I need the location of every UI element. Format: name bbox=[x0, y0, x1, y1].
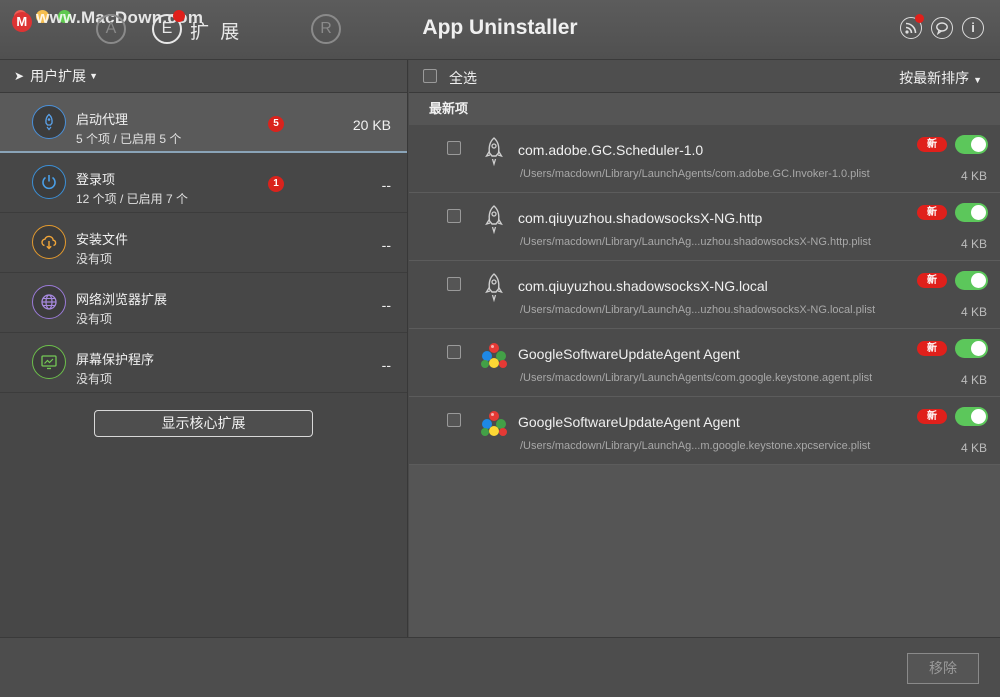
enable-toggle[interactable] bbox=[955, 407, 988, 426]
category-login-items[interactable]: 登录项 12 个项 / 已启用 7 个 1 -- bbox=[0, 153, 407, 213]
extensions-badge bbox=[173, 10, 185, 22]
enable-toggle[interactable] bbox=[955, 271, 988, 290]
category-size: -- bbox=[381, 357, 391, 373]
item-name: com.qiuyuzhou.shadowsocksX-NG.local bbox=[518, 278, 768, 294]
category-name: 安装文件 bbox=[76, 232, 129, 247]
category-status: 5 个项 / 已启用 5 个 bbox=[76, 132, 182, 146]
item-path: /Users/macdown/Library/LaunchAgents/com.… bbox=[520, 168, 870, 180]
list-item[interactable]: com.adobe.GC.Scheduler-1.0 /Users/macdow… bbox=[409, 125, 1000, 193]
category-launch-agents[interactable]: 启动代理 5 个项 / 已启用 5 个 5 20 KB bbox=[0, 93, 407, 153]
chevron-down-icon: ▼ bbox=[89, 71, 98, 81]
rocket-icon bbox=[485, 205, 503, 235]
item-size: 4 KB bbox=[960, 373, 987, 387]
enable-toggle[interactable] bbox=[955, 135, 988, 154]
location-arrow-icon: ➤ bbox=[14, 69, 25, 83]
reset-icon: R bbox=[320, 20, 332, 37]
item-path: /Users/macdown/Library/LaunchAgents/com.… bbox=[520, 372, 873, 384]
google-balls-icon bbox=[481, 343, 507, 368]
google-balls-icon bbox=[481, 411, 507, 436]
cloud-download-icon bbox=[32, 225, 66, 259]
category-name: 登录项 bbox=[76, 172, 116, 187]
item-checkbox[interactable] bbox=[447, 141, 461, 155]
item-size: 4 KB bbox=[960, 169, 987, 183]
tab-reset[interactable]: R bbox=[311, 14, 341, 44]
macdown-logo-icon: M bbox=[12, 12, 32, 32]
item-size: 4 KB bbox=[960, 305, 987, 319]
item-path: /Users/macdown/Library/LaunchAg...m.goog… bbox=[520, 440, 871, 452]
category-name: 网络浏览器扩展 bbox=[76, 292, 168, 307]
extension-icon: E bbox=[161, 20, 173, 37]
list-item[interactable]: com.qiuyuzhou.shadowsocksX-NG.http /User… bbox=[409, 193, 1000, 261]
chevron-down-icon: ▼ bbox=[973, 75, 982, 85]
enable-toggle[interactable] bbox=[955, 203, 988, 222]
tab-extensions-label[interactable]: 扩 展 bbox=[190, 17, 242, 44]
info-button[interactable]: i bbox=[962, 17, 984, 39]
rocket-icon bbox=[485, 273, 503, 303]
new-badge: 新 bbox=[917, 205, 947, 220]
list-item[interactable]: com.qiuyuzhou.shadowsocksX-NG.local /Use… bbox=[409, 261, 1000, 329]
new-badge: 新 bbox=[917, 273, 947, 288]
screensaver-icon bbox=[32, 345, 66, 379]
new-badge: 新 bbox=[917, 409, 947, 424]
rocket-icon bbox=[32, 105, 66, 139]
info-icon: i bbox=[971, 20, 975, 35]
category-badge: 5 bbox=[268, 116, 284, 132]
list-item[interactable]: GoogleSoftwareUpdateAgent Agent /Users/m… bbox=[409, 329, 1000, 397]
category-status: 没有项 bbox=[76, 312, 113, 326]
extensions-list-panel: 全选 按最新排序 ▼ 最新项 com.adobe.GC.Scheduler-1.… bbox=[409, 60, 1000, 637]
item-checkbox[interactable] bbox=[447, 277, 461, 291]
category-name: 启动代理 bbox=[76, 112, 129, 127]
category-size: -- bbox=[381, 297, 391, 313]
list-toolbar: 全选 按最新排序 ▼ bbox=[409, 60, 1000, 93]
category-status: 12 个项 / 已启用 7 个 bbox=[76, 192, 189, 206]
item-size: 4 KB bbox=[960, 441, 987, 455]
section-header: 最新项 bbox=[409, 93, 1000, 125]
category-status: 没有项 bbox=[76, 252, 113, 266]
rss-badge bbox=[915, 14, 924, 23]
category-installation-files[interactable]: 安装文件 没有项 -- bbox=[0, 213, 407, 273]
sort-label: 按最新排序 bbox=[899, 70, 970, 86]
enable-toggle[interactable] bbox=[955, 339, 988, 358]
item-checkbox[interactable] bbox=[447, 209, 461, 223]
power-icon bbox=[32, 165, 66, 199]
remove-button[interactable]: 移除 bbox=[907, 653, 979, 684]
sidebar-header-label: 用户扩展 bbox=[30, 68, 87, 84]
category-size: -- bbox=[381, 177, 391, 193]
rocket-icon bbox=[485, 137, 503, 167]
item-path: /Users/macdown/Library/LaunchAg...uzhou.… bbox=[520, 236, 871, 248]
category-browser-extensions[interactable]: 网络浏览器扩展 没有项 -- bbox=[0, 273, 407, 333]
item-size: 4 KB bbox=[960, 237, 987, 251]
category-size: 20 KB bbox=[352, 117, 391, 133]
rss-icon bbox=[905, 22, 917, 34]
category-status: 没有项 bbox=[76, 372, 113, 386]
item-checkbox[interactable] bbox=[447, 413, 461, 427]
select-all-checkbox[interactable] bbox=[423, 69, 437, 83]
category-badge: 1 bbox=[268, 176, 284, 192]
app-store-icon: A bbox=[105, 20, 117, 37]
user-extensions-dropdown[interactable]: ➤ 用户扩展 ▼ bbox=[0, 60, 407, 93]
globe-icon bbox=[32, 285, 66, 319]
item-checkbox[interactable] bbox=[447, 345, 461, 359]
item-name: com.qiuyuzhou.shadowsocksX-NG.http bbox=[518, 210, 763, 226]
item-name: GoogleSoftwareUpdateAgent Agent bbox=[518, 414, 740, 430]
item-name: com.adobe.GC.Scheduler-1.0 bbox=[518, 142, 704, 158]
new-badge: 新 bbox=[917, 137, 947, 152]
list-item[interactable]: GoogleSoftwareUpdateAgent Agent /Users/m… bbox=[409, 397, 1000, 465]
category-screen-savers[interactable]: 屏幕保护程序 没有项 -- bbox=[0, 333, 407, 393]
show-core-extensions-button[interactable]: 显示核心扩展 bbox=[94, 410, 313, 437]
feedback-button[interactable] bbox=[931, 17, 953, 39]
chat-icon bbox=[936, 22, 948, 35]
tab-applications[interactable]: A bbox=[96, 14, 126, 44]
sort-dropdown[interactable]: 按最新排序 ▼ bbox=[899, 68, 982, 88]
category-size: -- bbox=[381, 237, 391, 253]
item-path: /Users/macdown/Library/LaunchAg...uzhou.… bbox=[520, 304, 876, 316]
select-all-label[interactable]: 全选 bbox=[449, 68, 477, 88]
footer-bar: 移除 bbox=[0, 637, 1000, 697]
new-badge: 新 bbox=[917, 341, 947, 356]
item-name: GoogleSoftwareUpdateAgent Agent bbox=[518, 346, 740, 362]
sidebar: ➤ 用户扩展 ▼ 启动代理 5 个项 / 已启用 5 个 5 20 KB 登录项… bbox=[0, 60, 408, 637]
category-name: 屏幕保护程序 bbox=[76, 352, 155, 367]
title-bar: Mwww.MacDown.com A E 扩 展 R App Uninstall… bbox=[0, 0, 1000, 60]
